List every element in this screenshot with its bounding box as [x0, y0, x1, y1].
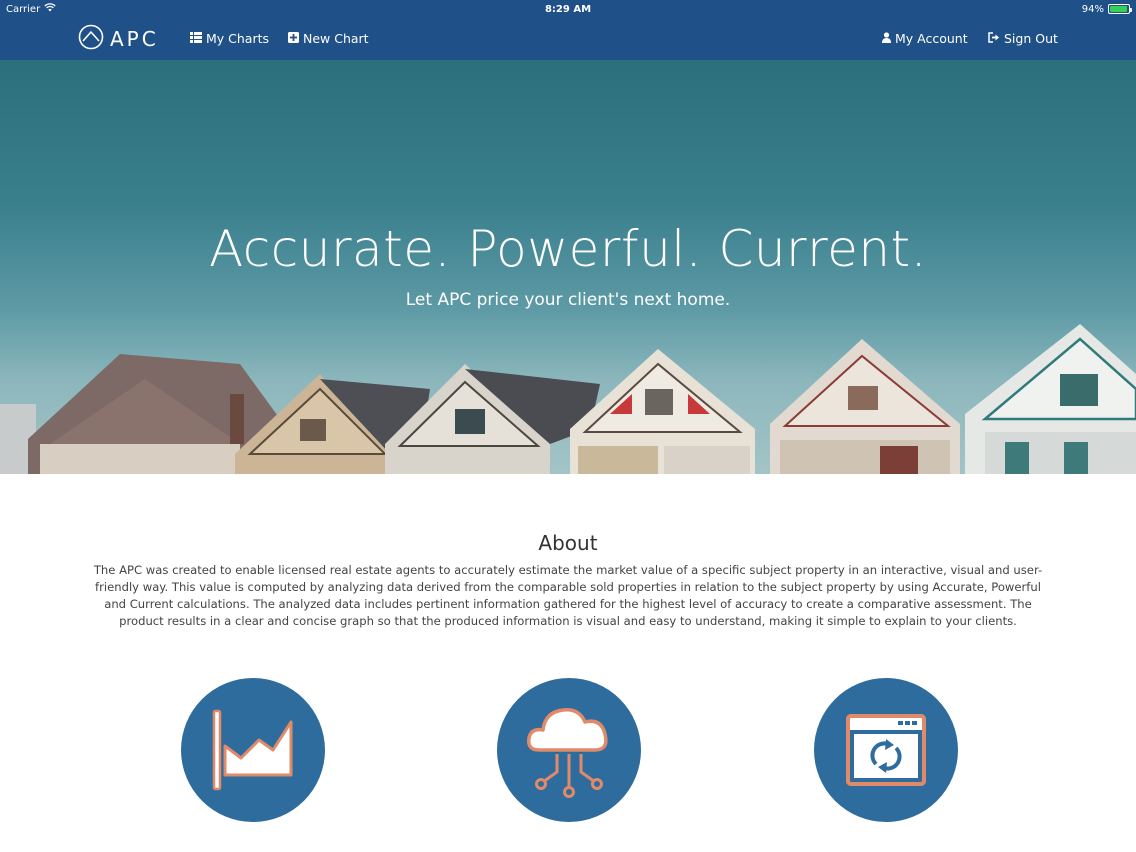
area-chart-icon: [212, 709, 293, 791]
feature-charts: [181, 678, 325, 822]
battery-fill: [1110, 6, 1127, 12]
brand-text: APC: [110, 27, 159, 51]
wifi-icon: [44, 3, 56, 15]
nav-my-account-label: My Account: [895, 31, 968, 46]
cloud-network-icon: [526, 708, 608, 798]
nav-sign-out-label: Sign Out: [1004, 31, 1058, 46]
feature-refresh: [814, 678, 958, 822]
nav-my-charts-label: My Charts: [206, 31, 270, 46]
feature-cloud: [497, 678, 641, 822]
hero-title: Accurate. Powerful. Current.: [208, 220, 928, 278]
status-right: 94%: [1081, 3, 1132, 15]
plus-square-icon: [288, 31, 299, 46]
house-logo-icon: [78, 24, 104, 54]
hero-banner: Accurate. Powerful. Current. Let APC pri…: [0, 60, 1136, 474]
about-heading: About: [538, 531, 598, 555]
nav-my-charts[interactable]: My Charts: [190, 31, 269, 46]
battery-percent: 94%: [1081, 3, 1104, 15]
status-left: Carrier: [6, 3, 56, 15]
nav-sign-out[interactable]: Sign Out: [988, 31, 1058, 46]
nav-new-chart-label: New Chart: [303, 31, 369, 46]
browser-refresh-icon: [846, 714, 926, 786]
table-icon: [190, 31, 202, 46]
nav-my-account[interactable]: My Account: [882, 31, 968, 46]
battery-tip: [1130, 8, 1132, 12]
status-time: 8:29 AM: [544, 3, 592, 15]
status-bar: Carrier 8:29 AM 94%: [0, 0, 1136, 18]
sign-out-icon: [988, 31, 1000, 46]
brand-logo[interactable]: APC: [78, 24, 159, 54]
about-description: The APC was created to enable licensed r…: [93, 563, 1043, 628]
battery-icon: [1108, 4, 1132, 14]
user-icon: [882, 31, 891, 46]
hero-subtitle: Let APC price your client's next home.: [405, 290, 731, 310]
carrier-label: Carrier: [6, 3, 41, 15]
navbar: APC My Charts New Chart My Account Sign …: [0, 18, 1136, 60]
nav-new-chart[interactable]: New Chart: [288, 31, 369, 46]
